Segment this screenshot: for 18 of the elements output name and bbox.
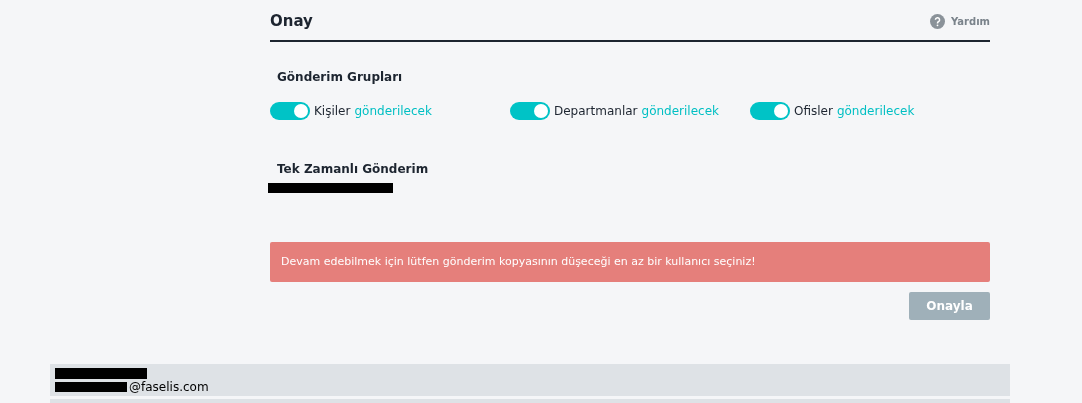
error-alert: Devam edebilmek için lütfen gönderim kopyasının düşeceği en az bir kullanıcı seçiniz! — [270, 242, 990, 282]
toggle-switch[interactable] — [750, 102, 790, 120]
page-title: Onay — [270, 12, 313, 30]
status-text: gönderilecek — [641, 104, 719, 118]
user-row[interactable]: @faselis.com — [50, 364, 1010, 396]
toggle-label: Kişiler — [314, 104, 351, 118]
help-link[interactable]: Yardım — [930, 13, 990, 29]
status-text: gönderilecek — [836, 104, 915, 118]
redaction-bar — [55, 381, 127, 392]
toggle-switch[interactable] — [510, 102, 550, 120]
status-text: gönderilecek — [354, 104, 432, 118]
toggle-label: Ofisler — [794, 104, 833, 118]
toggle-switch[interactable] — [270, 102, 310, 120]
help-icon — [930, 13, 945, 29]
user-email: @faselis.com — [129, 379, 209, 394]
toggle-label: Departmanlar — [554, 104, 638, 118]
section-heading: Tek Zamanlı Gönderim — [277, 162, 430, 178]
section-heading: Gönderim Grupları — [277, 70, 404, 86]
